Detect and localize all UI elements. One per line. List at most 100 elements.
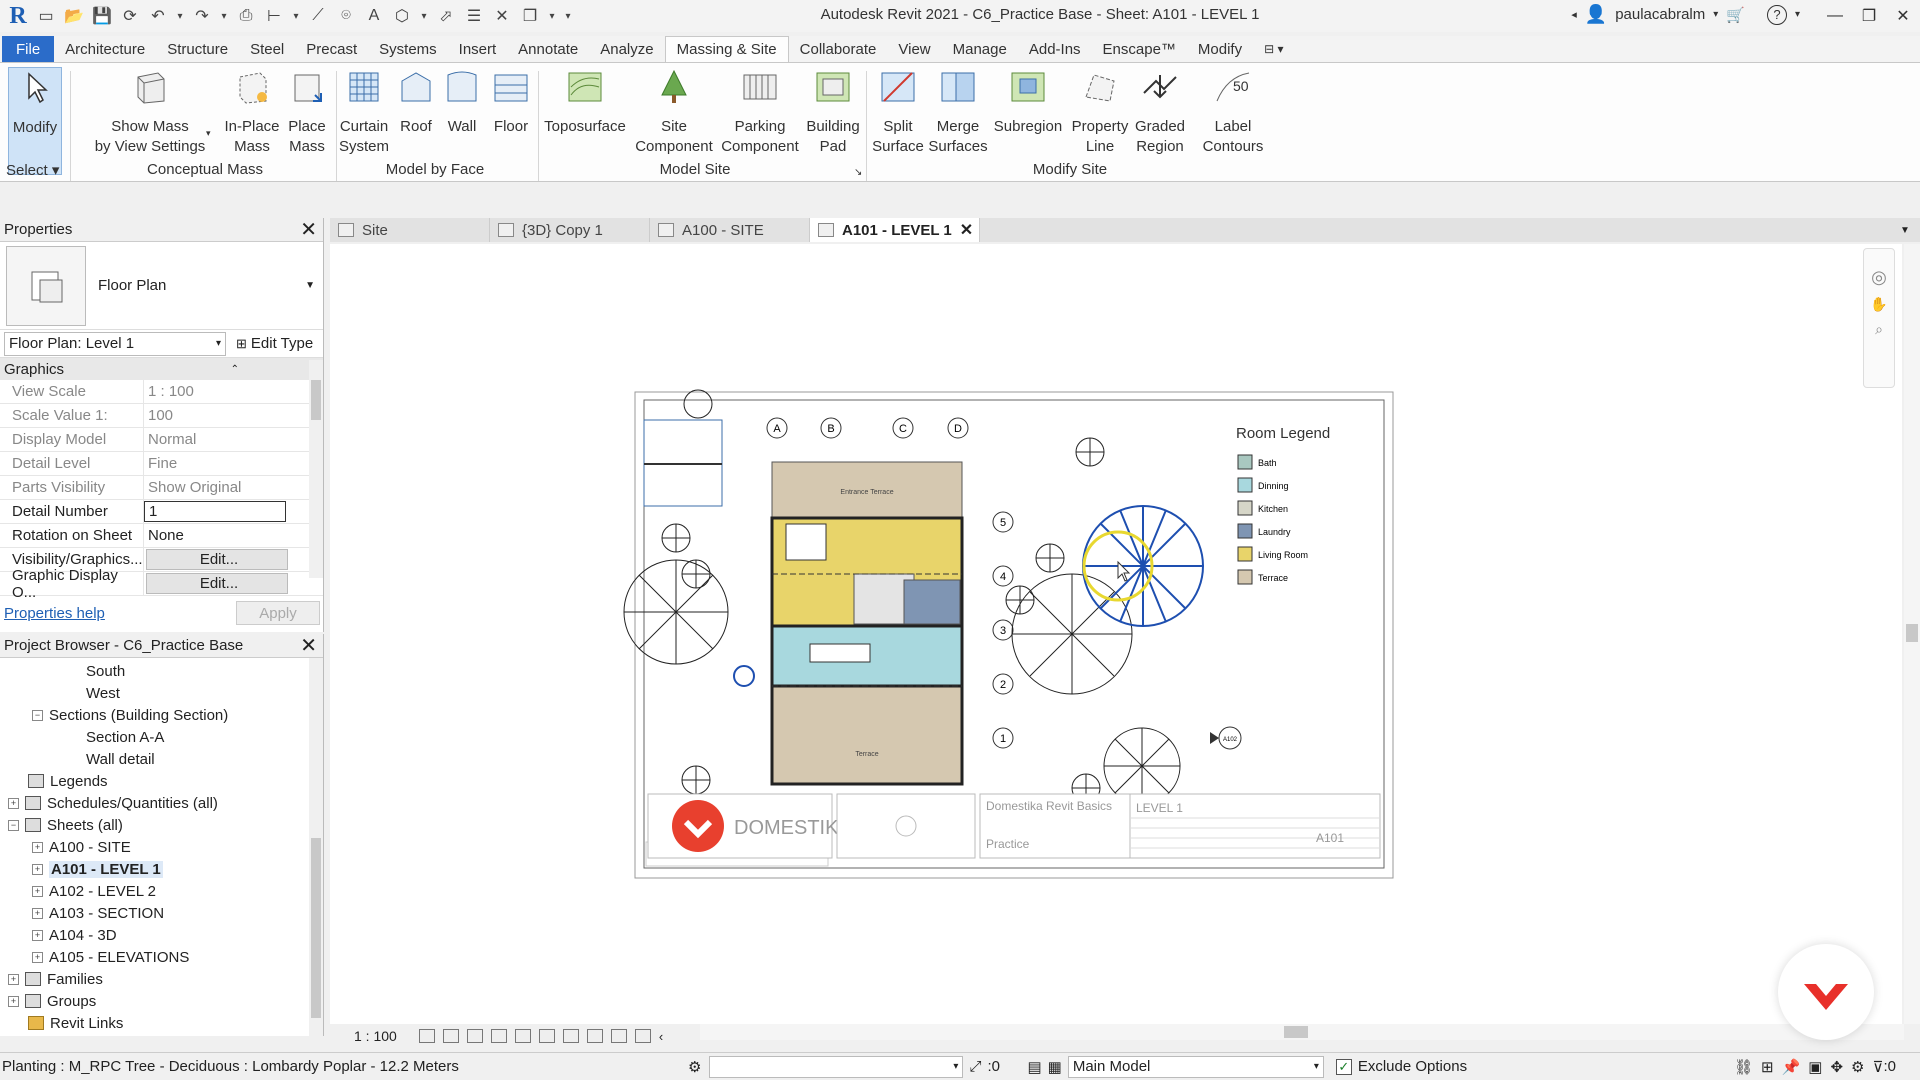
- roof-button[interactable]: Roof: [396, 67, 436, 137]
- tab-collaborate[interactable]: Collaborate: [789, 36, 888, 62]
- tab-structure[interactable]: Structure: [156, 36, 239, 62]
- expand-icon[interactable]: +: [32, 929, 43, 941]
- modify-button[interactable]: Modify: [8, 67, 62, 175]
- model-site-settings-icon[interactable]: ↘: [854, 163, 862, 183]
- edit-type-button[interactable]: ⊞ Edit Type: [236, 335, 313, 352]
- exclude-options-checkbox[interactable]: ✓ Exclude Options: [1335, 1058, 1467, 1075]
- 3d-dropdown-icon[interactable]: ▾: [418, 4, 430, 28]
- tree-item-a104[interactable]: + A104 - 3D: [32, 924, 117, 946]
- 3d-view-icon[interactable]: ⬡: [390, 4, 414, 28]
- floor-button[interactable]: Floor: [490, 67, 532, 137]
- expand-icon[interactable]: +: [32, 951, 43, 963]
- collapse-group-icon[interactable]: ⌃: [231, 364, 239, 375]
- view-tab-a101[interactable]: A101 - LEVEL 1 ✕: [810, 218, 980, 242]
- scroll-left-icon[interactable]: ‹: [659, 1029, 663, 1044]
- curtain-system-button[interactable]: Curtain System: [336, 67, 392, 157]
- tab-modify[interactable]: Modify: [1187, 36, 1253, 62]
- analytical-model-icon[interactable]: [610, 1029, 627, 1043]
- label-contours-button[interactable]: 50 Label Contours: [1200, 67, 1266, 157]
- subregion-button[interactable]: Subregion: [990, 67, 1066, 137]
- select-pinned-icon[interactable]: 📌: [1782, 1058, 1801, 1076]
- toposurface-button[interactable]: Toposurface: [540, 67, 630, 137]
- workset-selector[interactable]: ▾: [709, 1055, 964, 1078]
- zoom-icon[interactable]: ⌕: [1864, 321, 1894, 338]
- tree-item-revit-links[interactable]: Revit Links: [28, 1012, 123, 1034]
- tab-precast[interactable]: Precast: [295, 36, 368, 62]
- place-mass-button[interactable]: Place Mass: [282, 67, 332, 157]
- tab-add-ins[interactable]: Add-Ins: [1018, 36, 1092, 62]
- tab-massing-site[interactable]: Massing & Site: [664, 36, 789, 62]
- temporary-hide-icon[interactable]: [538, 1029, 555, 1043]
- close-browser-icon[interactable]: ✕: [300, 633, 317, 658]
- wall-button[interactable]: Wall: [442, 67, 482, 137]
- expand-icon[interactable]: +: [8, 995, 19, 1007]
- visual-style-icon[interactable]: [442, 1029, 459, 1043]
- site-component-button[interactable]: Site Component: [632, 67, 716, 157]
- tree-item-groups[interactable]: + Groups: [8, 990, 96, 1012]
- display-model-field[interactable]: Normal: [144, 428, 286, 451]
- select-dropdown[interactable]: Select ▾: [6, 161, 66, 179]
- undo-icon[interactable]: ↶: [146, 4, 170, 28]
- select-links-icon[interactable]: ⛓: [1734, 1058, 1753, 1076]
- view-scale-field[interactable]: 1 : 100: [144, 380, 286, 403]
- detail-level-icon[interactable]: [418, 1029, 435, 1043]
- view-scale-control[interactable]: 1 : 100: [354, 1028, 397, 1044]
- close-window-icon[interactable]: ✕: [1886, 0, 1920, 32]
- merge-surfaces-button[interactable]: Merge Surfaces: [928, 67, 988, 157]
- tab-file[interactable]: File: [2, 36, 55, 62]
- help-icon[interactable]: ?: [1766, 4, 1787, 25]
- floor-plan-view[interactable]: Entrance Terrace Terrace: [770, 461, 964, 786]
- tab-systems[interactable]: Systems: [368, 36, 448, 62]
- tree-item-west[interactable]: West: [86, 682, 120, 704]
- switch-dropdown-icon[interactable]: ▾: [546, 4, 558, 28]
- home-icon[interactable]: ▭: [34, 4, 58, 28]
- show-mass-dropdown-icon[interactable]: ▾: [206, 123, 211, 143]
- in-place-mass-button[interactable]: In-Place Mass: [222, 67, 282, 157]
- revit-logo-icon[interactable]: R: [6, 3, 30, 30]
- tab-architecture[interactable]: Architecture: [54, 36, 156, 62]
- expand-icon[interactable]: +: [8, 797, 19, 809]
- section-icon[interactable]: ⬀: [434, 4, 458, 28]
- parts-visibility-field[interactable]: Show Original: [144, 476, 286, 499]
- tab-view[interactable]: View: [887, 36, 941, 62]
- save-icon[interactable]: 💾: [90, 4, 114, 28]
- dimension-icon[interactable]: ⟋: [306, 4, 330, 28]
- redo-dropdown-icon[interactable]: ▾: [218, 4, 230, 28]
- expand-icon[interactable]: +: [8, 973, 19, 985]
- undo-dropdown-icon[interactable]: ▾: [174, 4, 186, 28]
- drawing-canvas[interactable]: Entrance Terrace Terrace A B C D 5 4 3 2…: [330, 244, 1902, 1024]
- customize-qat-icon[interactable]: ▾: [562, 4, 574, 28]
- drag-elements-icon[interactable]: ✥: [1830, 1058, 1843, 1076]
- tree-item-a105[interactable]: + A105 - ELEVATIONS: [32, 946, 189, 968]
- sheet-drawing[interactable]: Entrance Terrace Terrace A B C D 5 4 3 2…: [330, 244, 1902, 1024]
- instance-selector[interactable]: Floor Plan: Level 1 ▾: [4, 331, 226, 356]
- user-dropdown-icon[interactable]: ▾: [1713, 9, 1718, 20]
- selected-tree[interactable]: [1082, 505, 1204, 627]
- select-underlay-icon[interactable]: ⊞: [1761, 1058, 1774, 1076]
- apply-button[interactable]: Apply: [236, 601, 320, 625]
- tree-item-section-aa[interactable]: Section A-A: [86, 726, 164, 748]
- property-line-button[interactable]: Property Line: [1068, 67, 1132, 157]
- tab-annotate[interactable]: Annotate: [507, 36, 589, 62]
- parking-component-button[interactable]: Parking Component: [718, 67, 802, 157]
- design-option-selector[interactable]: Main Model ▾: [1067, 1055, 1324, 1078]
- text-icon[interactable]: A: [362, 4, 386, 28]
- tree-item-a103[interactable]: + A103 - SECTION: [32, 902, 164, 924]
- tab-insert[interactable]: Insert: [448, 36, 508, 62]
- restore-icon[interactable]: ❐: [1852, 0, 1886, 32]
- view-tab-site[interactable]: Site: [330, 218, 490, 242]
- worksharing-icon[interactable]: [586, 1029, 603, 1043]
- tab-steel[interactable]: Steel: [239, 36, 295, 62]
- tree-item-south[interactable]: South: [86, 660, 125, 682]
- tree-item-schedules[interactable]: + Schedules/Quantities (all): [8, 792, 218, 814]
- type-selector[interactable]: Floor Plan ▼: [0, 242, 323, 330]
- tree-item-legends[interactable]: Legends: [28, 770, 108, 792]
- expand-icon[interactable]: +: [32, 885, 43, 897]
- minimize-icon[interactable]: —: [1818, 0, 1852, 32]
- close-tab-icon[interactable]: ✕: [960, 220, 973, 240]
- tab-enscape[interactable]: Enscape™: [1092, 36, 1187, 62]
- editable-only-icon[interactable]: ⤢: [969, 1058, 981, 1075]
- tab-manage[interactable]: Manage: [942, 36, 1018, 62]
- help-dropdown-icon[interactable]: ▾: [1795, 9, 1800, 20]
- background-process-icon[interactable]: ⚙: [1851, 1058, 1864, 1076]
